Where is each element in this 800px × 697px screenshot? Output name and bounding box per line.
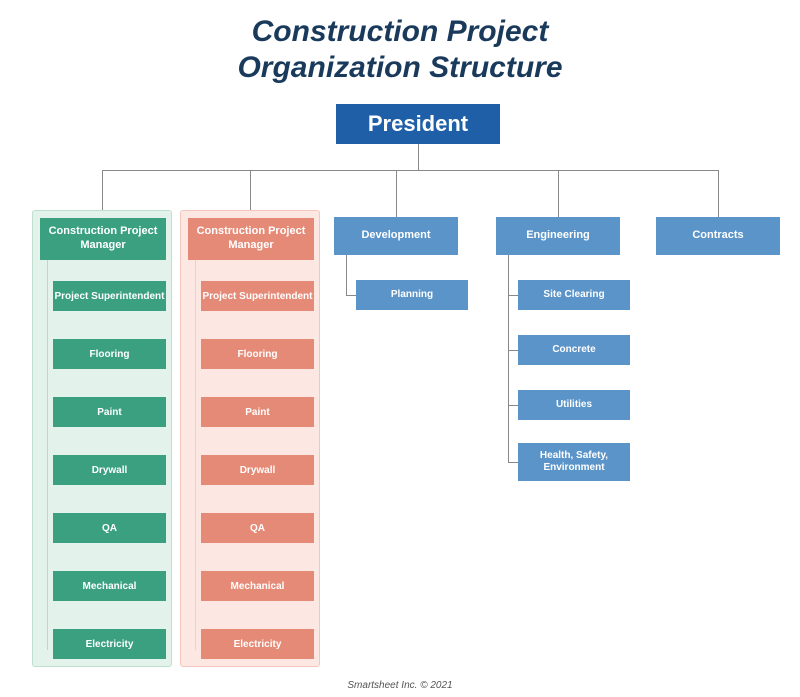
green-item: QA [53,513,166,543]
contracts-head-label: Contracts [692,229,743,243]
connector-line [508,405,518,406]
salmon-item: Drywall [201,455,314,485]
engineering-item: Site Clearing [518,280,630,310]
engineering-item: Health, Safety, Environment [518,443,630,481]
column-salmon: Construction Project Manager Project Sup… [180,210,320,667]
green-item-label: Flooring [90,349,130,360]
diagram-title: Construction Project Organization Struct… [0,0,800,86]
engineering-item-label: Concrete [552,344,595,356]
connector-line [47,260,48,650]
connector-line [102,170,103,210]
salmon-item-label: QA [250,523,265,534]
title-line2: Organization Structure [237,51,562,84]
green-item: Mechanical [53,571,166,601]
connector-line [346,255,347,295]
connector-line [718,170,719,217]
salmon-item: Mechanical [201,571,314,601]
development-head: Development [334,217,458,255]
president-label: President [368,111,468,137]
salmon-item: QA [201,513,314,543]
salmon-item: Flooring [201,339,314,369]
salmon-head-label: Construction Project Manager [192,225,310,253]
salmon-item-label: Drywall [240,465,276,476]
footer-copyright: Smartsheet Inc. © 2021 [0,680,800,691]
green-item: Flooring [53,339,166,369]
salmon-item-label: Flooring [238,349,278,360]
salmon-head: Construction Project Manager [188,218,314,260]
engineering-item: Concrete [518,335,630,365]
development-item: Planning [356,280,468,310]
engineering-head: Engineering [496,217,620,255]
green-item-label: Mechanical [83,581,137,592]
connector-line [195,260,196,650]
connector-line [396,170,397,217]
green-item: Drywall [53,455,166,485]
title-line1: Construction Project [252,15,549,48]
green-head: Construction Project Manager [40,218,166,260]
green-item: Project Superintendent [53,281,166,311]
connector-line [508,255,509,462]
contracts-head: Contracts [656,217,780,255]
green-item-label: Project Superintendent [54,291,164,302]
salmon-item: Electricity [201,629,314,659]
connector-line [508,295,518,296]
connector-line [508,350,518,351]
green-item-label: Drywall [92,465,128,476]
engineering-item-label: Site Clearing [543,289,604,301]
green-item-label: Electricity [86,639,134,650]
engineering-item: Utilities [518,390,630,420]
green-head-label: Construction Project Manager [44,225,162,253]
column-green: Construction Project Manager Project Sup… [32,210,172,667]
green-item-label: QA [102,523,117,534]
connector-line [250,170,251,210]
salmon-item: Paint [201,397,314,427]
connector-line [418,144,419,170]
salmon-item-label: Paint [245,407,269,418]
connector-line [508,462,518,463]
engineering-head-label: Engineering [526,229,590,243]
green-item: Paint [53,397,166,427]
engineering-item-label: Utilities [556,399,592,411]
connector-line [558,170,559,217]
connector-line [346,295,356,296]
salmon-item: Project Superintendent [201,281,314,311]
engineering-item-label: Health, Safety, Environment [522,450,626,474]
salmon-item-label: Project Superintendent [202,291,312,302]
footer-label: Smartsheet Inc. © 2021 [347,680,452,691]
development-item-label: Planning [391,289,433,301]
green-item-label: Paint [97,407,121,418]
development-head-label: Development [361,229,430,243]
salmon-item-label: Electricity [234,639,282,650]
green-item: Electricity [53,629,166,659]
connector-line [102,170,719,171]
salmon-item-label: Mechanical [231,581,285,592]
president-box: President [336,104,500,144]
